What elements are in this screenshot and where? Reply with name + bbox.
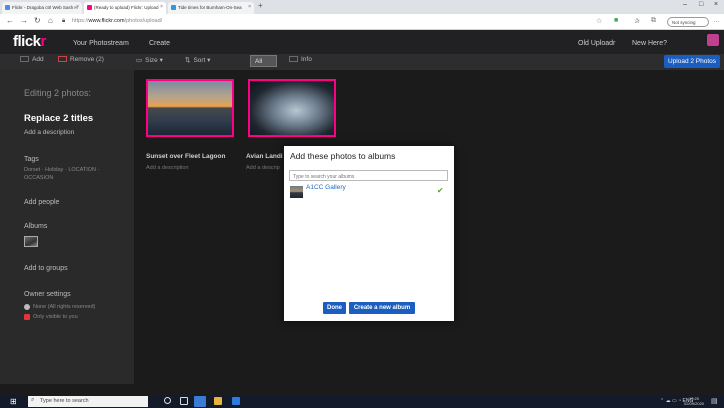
create-album-button[interactable]: Create a new album: [349, 302, 415, 314]
info-icon: [289, 56, 298, 62]
forward-icon[interactable]: →: [20, 16, 28, 25]
refresh-icon[interactable]: ↻: [34, 16, 41, 25]
album-cover-thumbnail: [290, 186, 303, 198]
nav-your-photostream[interactable]: Your Photostream: [73, 40, 129, 47]
tags-field[interactable]: Dorset · Holiday · LOCATION · OCCASION: [24, 167, 129, 182]
checkmark-icon: ✔: [437, 186, 444, 195]
avatar[interactable]: [707, 34, 719, 46]
photo-thumbnail[interactable]: [248, 79, 336, 137]
album-name[interactable]: A1CC Gallery: [306, 184, 346, 191]
collections-icon[interactable]: ⧉: [651, 17, 656, 25]
taskbar-clock[interactable]: 19:20 02/09/2020: [684, 396, 704, 406]
tab-label: Tide times for Burnham-On-Sea: [178, 5, 242, 10]
done-button[interactable]: Done: [323, 302, 346, 314]
album-thumbnail[interactable]: [24, 236, 38, 247]
albums-label: Albums: [24, 223, 48, 230]
size-dropdown[interactable]: ▭ Size ▾: [136, 56, 163, 64]
close-window-icon[interactable]: ×: [714, 1, 718, 8]
search-icon: ⌕: [31, 397, 35, 403]
photo-title[interactable]: Sunset over Fleet Lagoon: [146, 153, 225, 160]
favicon-icon: [5, 5, 10, 10]
close-tab-icon[interactable]: ×: [248, 4, 251, 10]
flickr-favicon-icon: [87, 5, 92, 10]
tab-label: (Ready to upload) Flickr: Upload: [94, 5, 159, 10]
new-here-link[interactable]: New Here?: [632, 40, 667, 47]
edge-browser-icon[interactable]: [194, 396, 206, 407]
size-icon: ▭: [136, 57, 143, 64]
browser-tab[interactable]: Tide times for Burnham-On-Sea ×: [168, 2, 254, 14]
favicon-icon: [171, 5, 176, 10]
add-description-field[interactable]: Add a description: [24, 129, 74, 136]
new-tab-icon[interactable]: +: [258, 1, 263, 10]
favorite-star-icon[interactable]: ☆: [596, 17, 602, 25]
close-tab-icon[interactable]: ×: [76, 4, 79, 10]
photo-description[interactable]: Add a description: [146, 165, 189, 171]
info-button[interactable]: Info: [289, 56, 312, 63]
close-tab-icon[interactable]: ×: [160, 4, 163, 10]
replace-titles-field[interactable]: Replace 2 titles: [24, 113, 93, 124]
notifications-icon[interactable]: ▤: [711, 397, 718, 405]
editing-heading: Editing 2 photos:: [24, 88, 92, 98]
photo-title[interactable]: Avian Landi: [246, 153, 283, 160]
tags-label: Tags: [24, 156, 39, 163]
old-uploadr-link[interactable]: Old Uploadr: [578, 40, 615, 47]
add-to-groups-link[interactable]: Add to groups: [24, 265, 68, 272]
task-view-icon[interactable]: [180, 397, 188, 405]
sort-icon: ⇅: [185, 57, 191, 64]
sort-dropdown[interactable]: ⇅ Sort ▾: [185, 56, 210, 64]
url-field[interactable]: https://www.flickr.com/photos/upload/: [72, 18, 162, 24]
album-search-input[interactable]: [289, 170, 448, 181]
dialog-title: Add these photos to albums: [290, 151, 396, 161]
more-options-icon[interactable]: …: [713, 17, 720, 24]
remove-button[interactable]: Remove (2): [58, 56, 104, 63]
add-icon: [20, 56, 29, 62]
taskbar-search-input[interactable]: ⌕ Type here to search: [28, 396, 148, 407]
tab-label: Flickr - Dragoba ctrl Web Sash H: [12, 5, 78, 10]
privacy-setting[interactable]: Only visible to you: [33, 314, 78, 320]
nav-create[interactable]: Create: [149, 40, 170, 47]
back-icon[interactable]: ←: [6, 16, 14, 25]
photo-description[interactable]: Add a descrip: [246, 165, 280, 171]
lock-icon: 🔒︎: [62, 18, 66, 24]
cortana-icon[interactable]: [164, 397, 171, 404]
minimize-icon[interactable]: –: [683, 1, 687, 8]
photo-thumbnail[interactable]: [146, 79, 234, 137]
remove-icon: [58, 56, 67, 62]
browser-tab[interactable]: Flickr - Dragoba ctrl Web Sash H ×: [2, 2, 82, 14]
privacy-lock-icon: [24, 314, 30, 320]
add-people-link[interactable]: Add people: [24, 199, 59, 206]
windows-start-icon[interactable]: ⊞: [10, 397, 17, 406]
maximize-icon[interactable]: □: [699, 1, 703, 8]
upload-toolbar: [0, 54, 724, 70]
mail-icon[interactable]: [232, 397, 240, 405]
owner-settings-label: Owner settings: [24, 291, 71, 298]
extension-icon[interactable]: ■: [614, 17, 618, 24]
home-icon[interactable]: ⌂: [48, 16, 53, 25]
license-icon: [24, 304, 30, 310]
flickr-logo[interactable]: flickr: [13, 33, 46, 50]
favorites-bar-icon[interactable]: ✰: [634, 17, 640, 25]
browser-tab-active[interactable]: (Ready to upload) Flickr: Upload ×: [84, 2, 166, 14]
license-setting[interactable]: None (All rights reserved): [33, 304, 95, 310]
not-syncing-button[interactable]: Not syncing: [667, 17, 709, 27]
all-toggle[interactable]: All: [250, 55, 277, 67]
upload-photos-button[interactable]: Upload 2 Photos: [664, 55, 720, 68]
file-explorer-icon[interactable]: [214, 397, 222, 405]
add-button[interactable]: Add: [20, 56, 44, 63]
